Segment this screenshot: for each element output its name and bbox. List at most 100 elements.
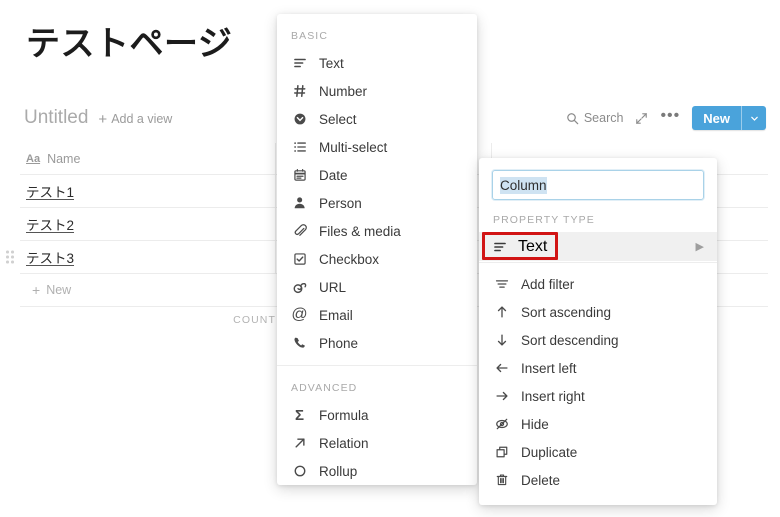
search-button[interactable]: Search bbox=[566, 111, 624, 125]
filter-icon bbox=[493, 277, 510, 291]
row-name-cell[interactable]: テスト3 bbox=[20, 241, 276, 273]
column-actions-list: Add filter Sort ascending Sort descendin… bbox=[479, 263, 717, 494]
type-option-label: Date bbox=[319, 167, 348, 183]
action-label: Insert left bbox=[521, 360, 577, 376]
new-button-label: New bbox=[703, 110, 730, 126]
column-header-name[interactable]: Aa Name bbox=[20, 143, 276, 174]
column-header-label: Name bbox=[47, 151, 81, 166]
section-label-basic: BASIC bbox=[291, 30, 329, 42]
plus-icon: + bbox=[98, 111, 108, 128]
type-option-url[interactable]: URL bbox=[277, 273, 477, 301]
view-bar: Untitled + Add a view bbox=[24, 107, 172, 129]
action-label: Hide bbox=[521, 416, 549, 432]
text-lines-icon bbox=[291, 56, 308, 70]
new-row-label: New bbox=[46, 283, 72, 297]
property-type-label: PROPERTY TYPE bbox=[493, 214, 595, 226]
type-option-label: Text bbox=[319, 55, 344, 71]
type-option-label: Files & media bbox=[319, 223, 401, 239]
type-option-email[interactable]: @ Email bbox=[277, 301, 477, 329]
column-name-input[interactable]: Column bbox=[492, 170, 704, 200]
table-footer: COUNT bbox=[20, 310, 276, 328]
rollup-icon bbox=[291, 464, 308, 478]
action-sort-ascending[interactable]: Sort ascending bbox=[479, 298, 717, 326]
phone-icon bbox=[291, 336, 308, 350]
type-option-text[interactable]: Text bbox=[277, 49, 477, 77]
action-label: Insert right bbox=[521, 388, 585, 404]
type-option-label: Multi-select bbox=[319, 139, 388, 155]
expand-diagonal-icon[interactable] bbox=[635, 112, 648, 125]
type-option-label: URL bbox=[319, 279, 347, 295]
row-name-link[interactable]: テスト3 bbox=[26, 247, 74, 267]
section-label-advanced: ADVANCED bbox=[291, 382, 358, 394]
text-aa-icon: Aa bbox=[26, 152, 41, 165]
type-option-checkbox[interactable]: Checkbox bbox=[277, 245, 477, 273]
type-option-label: Relation bbox=[319, 435, 369, 451]
arrow-down-icon bbox=[493, 333, 510, 347]
arrow-left-icon bbox=[493, 361, 510, 375]
column-context-menu: Column PROPERTY TYPE Text ▶ Add filter S… bbox=[479, 158, 717, 505]
type-option-formula[interactable]: Σ Formula bbox=[277, 401, 477, 429]
plus-icon: + bbox=[32, 282, 41, 298]
row-name-link[interactable]: テスト2 bbox=[26, 214, 74, 234]
row-name-cell[interactable]: テスト1 bbox=[20, 175, 276, 207]
type-option-label: Checkbox bbox=[319, 251, 380, 267]
sigma-icon: Σ bbox=[294, 406, 304, 424]
person-icon bbox=[291, 196, 308, 210]
new-button[interactable]: New bbox=[692, 106, 766, 130]
action-label: Add filter bbox=[521, 276, 575, 292]
circle-chevron-icon bbox=[291, 112, 308, 126]
type-option-files-media[interactable]: Files & media bbox=[277, 217, 477, 245]
copy-icon bbox=[493, 445, 510, 459]
arrow-up-right-icon bbox=[291, 436, 308, 450]
checkbox-icon bbox=[291, 252, 308, 266]
list-icon bbox=[291, 140, 308, 154]
type-option-label: Number bbox=[319, 83, 368, 99]
property-type-row[interactable]: Text ▶ bbox=[479, 232, 717, 261]
hash-icon bbox=[291, 84, 308, 98]
caret-right-icon: ▶ bbox=[695, 241, 704, 253]
action-duplicate[interactable]: Duplicate bbox=[479, 438, 717, 466]
action-label: Duplicate bbox=[521, 444, 578, 460]
chevron-down-icon[interactable] bbox=[742, 106, 766, 130]
count-label[interactable]: COUNT bbox=[233, 314, 276, 326]
property-type-value: Text bbox=[518, 237, 548, 255]
ellipsis-icon[interactable]: ••• bbox=[660, 107, 680, 125]
drag-dots-icon[interactable] bbox=[6, 250, 15, 264]
type-option-number[interactable]: Number bbox=[277, 77, 477, 105]
paperclip-icon bbox=[291, 224, 308, 238]
row-name-cell[interactable]: テスト2 bbox=[20, 208, 276, 240]
column-name-input-wrap: Column bbox=[479, 158, 717, 200]
type-option-phone[interactable]: Phone bbox=[277, 329, 477, 357]
action-label: Sort descending bbox=[521, 332, 619, 348]
type-option-label: Phone bbox=[319, 335, 359, 351]
type-option-person[interactable]: Person bbox=[277, 189, 477, 217]
action-label: Delete bbox=[521, 472, 561, 488]
action-label: Sort ascending bbox=[521, 304, 612, 320]
property-type-menu: BASIC Text Number Select Multi-select Da… bbox=[277, 14, 477, 485]
type-option-label: Email bbox=[319, 307, 353, 323]
action-delete[interactable]: Delete bbox=[479, 466, 717, 494]
arrow-up-icon bbox=[493, 305, 510, 319]
type-option-select[interactable]: Select bbox=[277, 105, 477, 133]
action-add-filter[interactable]: Add filter bbox=[479, 270, 717, 298]
text-lines-icon bbox=[493, 240, 507, 254]
new-row-cell[interactable]: + New bbox=[20, 274, 276, 306]
action-hide[interactable]: Hide bbox=[479, 410, 717, 438]
calendar-icon bbox=[291, 168, 308, 182]
type-option-relation[interactable]: Relation bbox=[277, 429, 477, 457]
search-label: Search bbox=[583, 111, 624, 125]
type-option-multi-select[interactable]: Multi-select bbox=[277, 133, 477, 161]
type-option-date[interactable]: Date bbox=[277, 161, 477, 189]
type-option-rollup[interactable]: Rollup bbox=[277, 457, 477, 485]
trash-icon bbox=[493, 473, 510, 487]
arrow-right-icon bbox=[493, 389, 510, 403]
action-insert-right[interactable]: Insert right bbox=[479, 382, 717, 410]
link-icon bbox=[291, 280, 308, 295]
at-icon: @ bbox=[291, 306, 308, 323]
action-insert-left[interactable]: Insert left bbox=[479, 354, 717, 382]
add-a-view-button[interactable]: + Add a view bbox=[98, 111, 172, 128]
eye-off-icon bbox=[493, 417, 510, 431]
action-sort-descending[interactable]: Sort descending bbox=[479, 326, 717, 354]
view-tab-untitled[interactable]: Untitled bbox=[24, 107, 88, 129]
row-name-link[interactable]: テスト1 bbox=[26, 181, 74, 201]
